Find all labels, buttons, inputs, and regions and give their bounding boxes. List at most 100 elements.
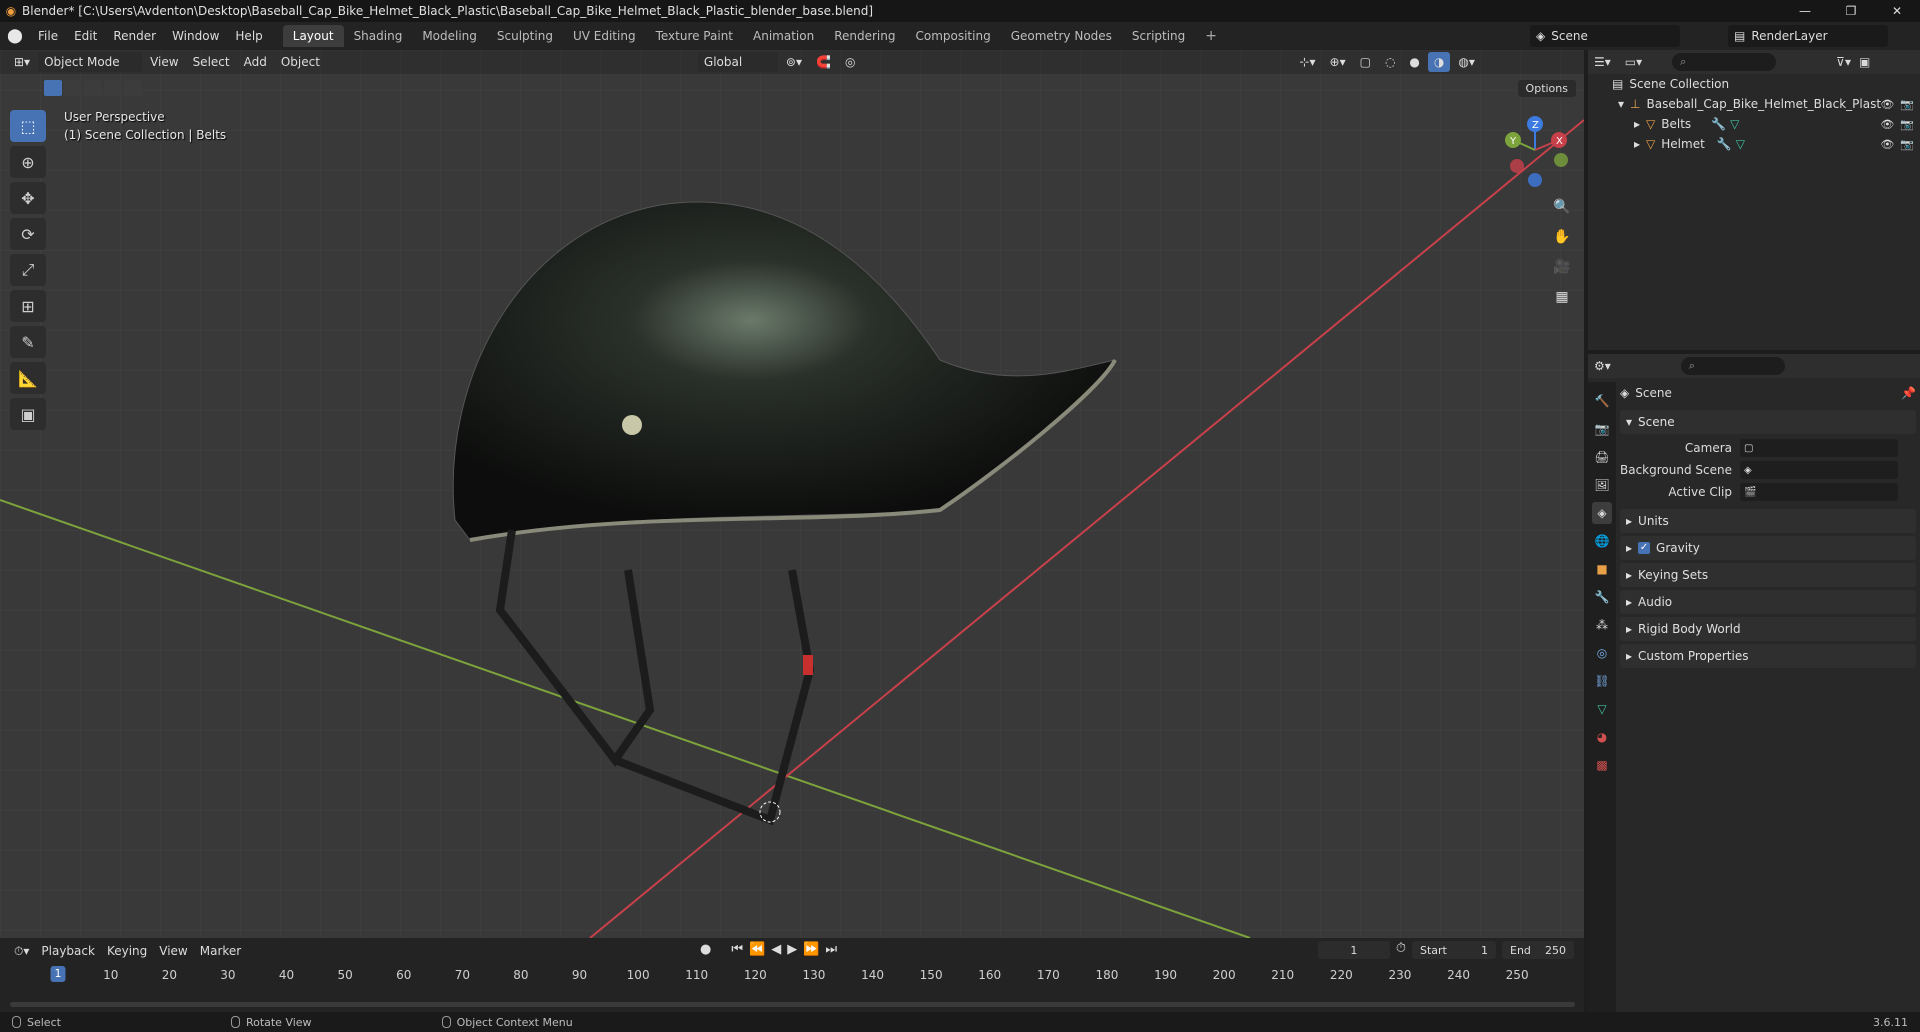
cursor-tool-icon[interactable]: ⊕ <box>10 146 46 178</box>
tab-uv-editing[interactable]: UV Editing <box>563 25 646 47</box>
perspective-toggle-icon[interactable]: ▦ <box>1550 285 1574 309</box>
start-frame-field[interactable]: Start 1 <box>1412 941 1496 959</box>
play-reverse-icon[interactable]: ◀ <box>771 942 781 957</box>
tab-scripting[interactable]: Scripting <box>1122 25 1195 47</box>
particles-tab-icon[interactable]: ⁂ <box>1592 614 1612 636</box>
menu-select[interactable]: Select <box>187 52 236 72</box>
overlays-icon[interactable]: ⊕▾ <box>1324 52 1352 72</box>
current-frame-marker[interactable]: 1 <box>50 966 66 982</box>
menu-keying[interactable]: Keying <box>101 944 153 958</box>
maximize-button[interactable]: ❐ <box>1828 0 1874 22</box>
menu-playback[interactable]: Playback <box>35 944 101 958</box>
render-camera-icon[interactable]: 📷 <box>1900 138 1914 151</box>
timeline-ruler[interactable]: 1 10 20 30 40 50 60 70 80 90 100 110 120 130 140 150 16… <box>0 964 1584 986</box>
current-frame-field[interactable]: 1 <box>1317 941 1390 959</box>
shading-wireframe-icon[interactable]: ◌ <box>1379 52 1401 72</box>
scene-panel-header[interactable]: ▾ Scene <box>1620 410 1916 434</box>
pin-icon[interactable]: 📌 <box>1901 386 1916 400</box>
view-layer-tab-icon[interactable]: 🖼 <box>1592 474 1612 496</box>
object-tab-icon[interactable]: ■ <box>1592 558 1612 580</box>
visibility-eye-icon[interactable]: 👁 <box>1880 138 1894 151</box>
expand-arrow-icon[interactable]: ▸ <box>1634 137 1640 151</box>
jump-start-icon[interactable]: ⏮ <box>731 942 743 957</box>
scale-tool-icon[interactable]: ⤢ <box>10 254 46 286</box>
shading-solid-icon[interactable]: ● <box>1403 52 1425 72</box>
scene-tab-icon[interactable]: ◈ <box>1592 502 1612 524</box>
transform-tool-icon[interactable]: ⊞ <box>10 290 46 322</box>
viewport-gizmo-toggle-icon[interactable]: ⊹▾ <box>1293 52 1321 72</box>
editor-type-icon[interactable]: ⊞▾ <box>8 52 36 72</box>
menu-file[interactable]: File <box>30 22 66 50</box>
outliner-object-belts[interactable]: ▸ ▽ Belts 🔧 ▽ 👁 📷 <box>1588 114 1920 134</box>
timeline-editor-type-icon[interactable]: ⏱▾ <box>8 944 35 959</box>
display-mode-icon[interactable]: ▭▾ <box>1625 55 1642 69</box>
rigid-body-world-panel-header[interactable]: ▸ Rigid Body World <box>1620 617 1916 641</box>
timeline-scrollbar[interactable] <box>10 1002 1575 1007</box>
play-icon[interactable]: ▶ <box>787 942 797 957</box>
add-workspace-button[interactable]: + <box>1195 25 1227 47</box>
menu-help[interactable]: Help <box>227 22 270 50</box>
annotate-tool-icon[interactable]: ✎ <box>10 326 46 358</box>
texture-tab-icon[interactable]: ▩ <box>1592 754 1612 776</box>
pan-hand-icon[interactable]: ✋ <box>1550 225 1574 249</box>
menu-marker[interactable]: Marker <box>194 944 247 958</box>
select-extend-icon[interactable] <box>64 80 82 96</box>
select-subtract-icon[interactable] <box>84 80 102 96</box>
shading-rendered-icon[interactable]: ◍▾ <box>1452 52 1481 72</box>
tab-rendering[interactable]: Rendering <box>824 25 905 47</box>
active-clip-field[interactable]: 🎬 <box>1740 483 1898 501</box>
menu-render[interactable]: Render <box>105 22 164 50</box>
rotate-tool-icon[interactable]: ⟳ <box>10 218 46 250</box>
gravity-panel-header[interactable]: ▸ ✓ Gravity <box>1620 536 1916 560</box>
outliner-scene-collection[interactable]: ▤ Scene Collection <box>1588 74 1920 94</box>
gravity-checkbox[interactable]: ✓ <box>1638 542 1651 554</box>
measure-tool-icon[interactable]: 📐 <box>10 362 46 394</box>
menu-object[interactable]: Object <box>275 52 326 72</box>
preview-range-icon[interactable]: ⏱ <box>1396 941 1406 959</box>
collapse-arrow-icon[interactable]: ▾ <box>1618 97 1624 111</box>
jump-keyframe-back-icon[interactable]: ⏪ <box>749 942 765 957</box>
visibility-eye-icon[interactable]: 👁 <box>1880 118 1894 131</box>
zoom-icon[interactable]: 🔍 <box>1550 195 1574 219</box>
visibility-eye-icon[interactable]: 👁 <box>1880 98 1894 111</box>
add-cube-tool-icon[interactable]: ▣ <box>10 398 46 430</box>
object-mode-dropdown[interactable]: Object Mode <box>38 52 143 72</box>
menu-timeline-view[interactable]: View <box>153 944 193 958</box>
outliner-object-helmet[interactable]: ▸ ▽ Helmet 🔧 ▽ 👁 📷 <box>1588 134 1920 154</box>
close-button[interactable]: ✕ <box>1874 0 1920 22</box>
outliner-collection-row[interactable]: ▾ ⊥ Baseball_Cap_Bike_Helmet_Black_Plast… <box>1588 94 1920 114</box>
tab-modeling[interactable]: Modeling <box>412 25 487 47</box>
render-camera-icon[interactable]: 📷 <box>1900 98 1914 111</box>
xray-icon[interactable]: ▢ <box>1354 52 1377 72</box>
units-panel-header[interactable]: ▸ Units <box>1620 509 1916 533</box>
options-dropdown[interactable]: Options <box>1517 80 1576 97</box>
render-camera-icon[interactable]: 📷 <box>1900 118 1914 131</box>
tool-tab-icon[interactable]: 🔨 <box>1592 390 1612 412</box>
auto-keying-icon[interactable]: ● <box>700 942 711 957</box>
outliner-search-input[interactable]: ⌕ <box>1672 53 1777 71</box>
properties-editor-type-icon[interactable]: ⚙▾ <box>1594 359 1611 373</box>
camera-view-icon[interactable]: 🎥 <box>1550 255 1574 279</box>
end-frame-field[interactable]: End 250 <box>1502 941 1574 959</box>
render-tab-icon[interactable]: 📷 <box>1592 418 1612 440</box>
custom-properties-panel-header[interactable]: ▸ Custom Properties <box>1620 644 1916 668</box>
snap-icon[interactable]: 🧲 <box>810 52 837 72</box>
tab-animation[interactable]: Animation <box>743 25 824 47</box>
tab-texture-paint[interactable]: Texture Paint <box>646 25 743 47</box>
camera-field[interactable]: ▢ <box>1740 439 1898 457</box>
scene-selector[interactable]: ◈ Scene <box>1530 25 1680 47</box>
shading-material-icon[interactable]: ◑ <box>1427 52 1451 72</box>
menu-window[interactable]: Window <box>164 22 227 50</box>
3d-viewport[interactable]: ⊞▾ Object Mode View Select Add Object Gl… <box>0 50 1584 938</box>
minimize-button[interactable]: — <box>1782 0 1828 22</box>
expand-arrow-icon[interactable]: ▸ <box>1634 117 1640 131</box>
pivot-point-icon[interactable]: ⊚▾ <box>780 52 808 72</box>
material-tab-icon[interactable]: ◕ <box>1592 726 1612 748</box>
background-scene-field[interactable]: ◈ <box>1740 461 1898 479</box>
world-tab-icon[interactable]: 🌐 <box>1592 530 1612 552</box>
tab-sculpting[interactable]: Sculpting <box>487 25 563 47</box>
tab-geometry-nodes[interactable]: Geometry Nodes <box>1001 25 1122 47</box>
select-intersect-icon[interactable] <box>124 80 142 96</box>
keying-sets-panel-header[interactable]: ▸ Keying Sets <box>1620 563 1916 587</box>
outliner-editor-type-icon[interactable]: ☰▾ <box>1594 55 1611 69</box>
